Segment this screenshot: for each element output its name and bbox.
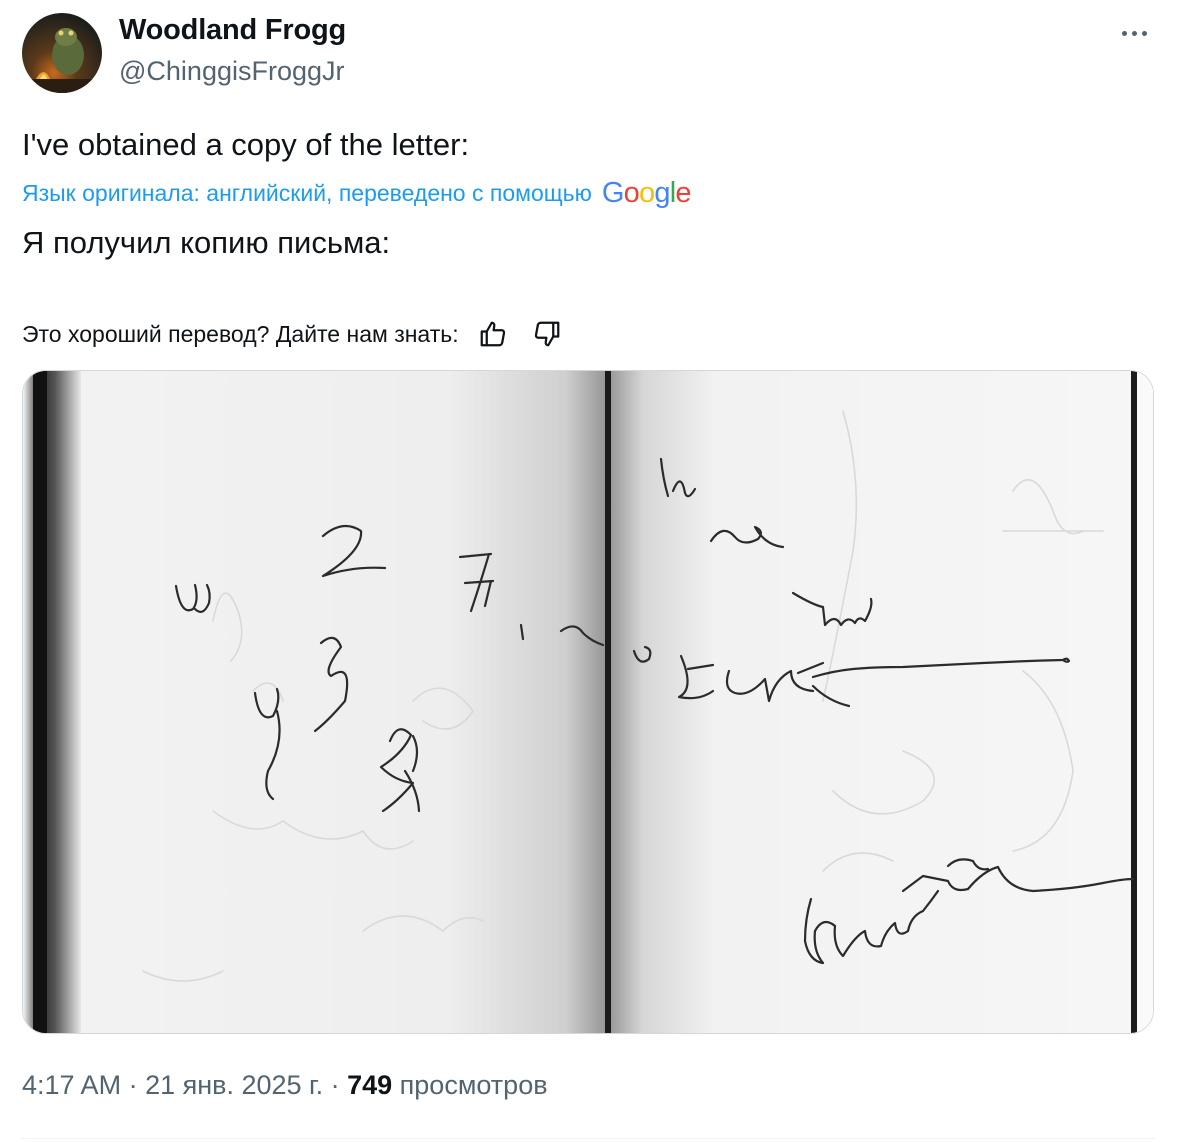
separator: · <box>121 1070 146 1100</box>
translated-text: Я получил копию письма: <box>22 225 391 260</box>
translation-note-text: Язык оригинала: английский, переведено с… <box>22 180 592 206</box>
translation-note[interactable]: Язык оригинала: английский, переведено с… <box>22 177 692 210</box>
separator: · <box>323 1070 348 1100</box>
google-logo: Google <box>601 177 692 209</box>
post-text: I've obtained a copy of the letter: <box>22 127 470 162</box>
post-time[interactable]: 4:17 AM <box>22 1070 121 1100</box>
avatar[interactable] <box>22 13 102 93</box>
author-name[interactable]: Woodland Frogg <box>119 14 346 47</box>
thumbs-down-icon[interactable] <box>527 316 567 352</box>
translation-feedback: Это хороший перевод? Дайте нам знать: <box>22 316 567 352</box>
feedback-prompt: Это хороший перевод? Дайте нам знать: <box>22 320 459 347</box>
post-date[interactable]: 21 янв. 2025 г. <box>145 1070 323 1100</box>
more-icon[interactable] <box>1114 18 1154 48</box>
views-label: просмотров <box>399 1070 548 1100</box>
frog-campfire-avatar-icon <box>22 13 102 93</box>
more-dot <box>1121 30 1127 36</box>
more-dot <box>1131 30 1137 36</box>
view-count: 749 <box>347 1070 393 1100</box>
thumbs-up-icon[interactable] <box>473 316 513 352</box>
author-handle[interactable]: @ChinggisFroggJr <box>119 56 345 87</box>
more-dot <box>1141 30 1147 36</box>
sketchbook-drawing <box>23 371 1153 1033</box>
post-meta: 4:17 AM · 21 янв. 2025 г. · 749 просмотр… <box>22 1070 548 1101</box>
post-image[interactable] <box>22 370 1154 1034</box>
divider <box>22 1138 1154 1139</box>
